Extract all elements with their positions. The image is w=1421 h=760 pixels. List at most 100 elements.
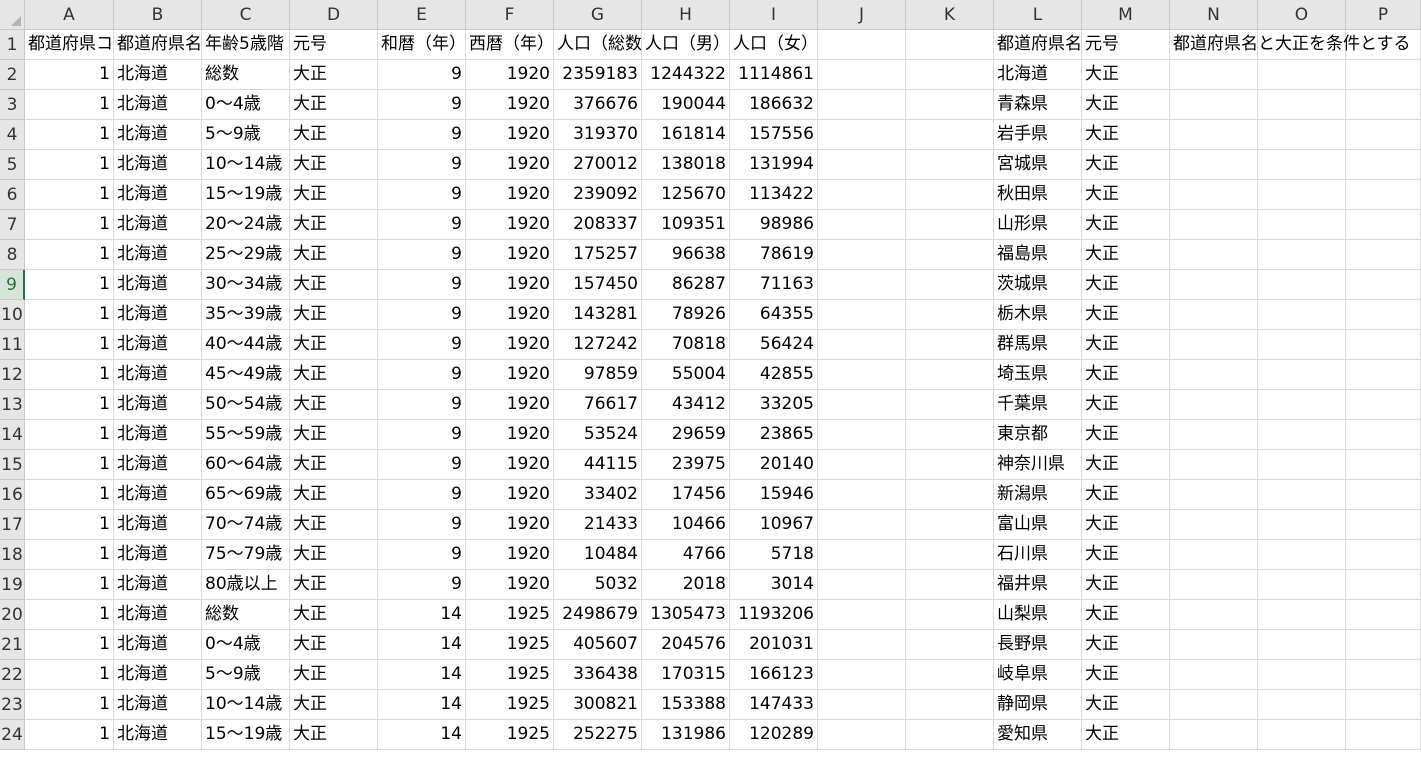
cell-c4[interactable]: 5～9歳 xyxy=(202,120,290,150)
cell-b17[interactable]: 北海道 xyxy=(114,510,202,540)
cell-e13[interactable]: 9 xyxy=(378,390,466,420)
cell-p20[interactable] xyxy=(1346,600,1421,630)
cell-c23[interactable]: 10～14歳 xyxy=(202,690,290,720)
cell-g14[interactable]: 53524 xyxy=(554,420,642,450)
cell-c19[interactable]: 80歳以上 xyxy=(202,570,290,600)
cell-m9[interactable]: 大正 xyxy=(1082,270,1170,300)
cell-d16[interactable]: 大正 xyxy=(290,480,378,510)
cell-k3[interactable] xyxy=(906,90,994,120)
cell-m19[interactable]: 大正 xyxy=(1082,570,1170,600)
cell-l14[interactable]: 東京都 xyxy=(994,420,1082,450)
cell-o11[interactable] xyxy=(1258,330,1346,360)
cell-o10[interactable] xyxy=(1258,300,1346,330)
cell-h6[interactable]: 125670 xyxy=(642,180,730,210)
cell-e10[interactable]: 9 xyxy=(378,300,466,330)
cell-e4[interactable]: 9 xyxy=(378,120,466,150)
cell-p2[interactable] xyxy=(1346,60,1421,90)
cell-d9[interactable]: 大正 xyxy=(290,270,378,300)
cell-h3[interactable]: 190044 xyxy=(642,90,730,120)
cell-d11[interactable]: 大正 xyxy=(290,330,378,360)
cell-l11[interactable]: 群馬県 xyxy=(994,330,1082,360)
cell-e11[interactable]: 9 xyxy=(378,330,466,360)
cell-c11[interactable]: 40～44歳 xyxy=(202,330,290,360)
cell-e3[interactable]: 9 xyxy=(378,90,466,120)
select-all-corner[interactable] xyxy=(0,0,25,30)
column-header-l[interactable]: L xyxy=(994,0,1082,30)
cell-f4[interactable]: 1920 xyxy=(466,120,554,150)
cell-m4[interactable]: 大正 xyxy=(1082,120,1170,150)
cell-o6[interactable] xyxy=(1258,180,1346,210)
cell-n8[interactable] xyxy=(1170,240,1258,270)
cell-c5[interactable]: 10～14歳 xyxy=(202,150,290,180)
cell-d14[interactable]: 大正 xyxy=(290,420,378,450)
cell-h21[interactable]: 204576 xyxy=(642,630,730,660)
cell-b12[interactable]: 北海道 xyxy=(114,360,202,390)
cell-f2[interactable]: 1920 xyxy=(466,60,554,90)
cell-j9[interactable] xyxy=(818,270,906,300)
cell-g9[interactable]: 157450 xyxy=(554,270,642,300)
cell-d1[interactable]: 元号 xyxy=(290,30,378,60)
cell-h8[interactable]: 96638 xyxy=(642,240,730,270)
spreadsheet[interactable]: ABCDEFGHIJKLMNOP 1 都道府県コ 都道府県名 年齢5歳階 元号 和暦（年）… xyxy=(0,0,1421,760)
cell-l6[interactable]: 秋田県 xyxy=(994,180,1082,210)
cell-f19[interactable]: 1920 xyxy=(466,570,554,600)
row-header[interactable]: 13 xyxy=(0,390,25,420)
column-header-i[interactable]: I xyxy=(730,0,818,30)
cell-k19[interactable] xyxy=(906,570,994,600)
cell-a10[interactable]: 1 xyxy=(25,300,114,330)
cell-f11[interactable]: 1920 xyxy=(466,330,554,360)
column-header-f[interactable]: F xyxy=(466,0,554,30)
cell-o13[interactable] xyxy=(1258,390,1346,420)
cell-p14[interactable] xyxy=(1346,420,1421,450)
cell-m11[interactable]: 大正 xyxy=(1082,330,1170,360)
cell-g18[interactable]: 10484 xyxy=(554,540,642,570)
row-header[interactable]: 17 xyxy=(0,510,25,540)
cell-e14[interactable]: 9 xyxy=(378,420,466,450)
cell-p8[interactable] xyxy=(1346,240,1421,270)
cell-k1[interactable] xyxy=(906,30,994,60)
cell-n1[interactable]: 都道府県名と大正を条件とする xyxy=(1170,30,1411,60)
cell-i12[interactable]: 42855 xyxy=(730,360,818,390)
cell-f17[interactable]: 1920 xyxy=(466,510,554,540)
cell-d3[interactable]: 大正 xyxy=(290,90,378,120)
cell-e16[interactable]: 9 xyxy=(378,480,466,510)
cell-i24[interactable]: 120289 xyxy=(730,720,818,750)
row-header[interactable]: 22 xyxy=(0,660,25,690)
cell-j10[interactable] xyxy=(818,300,906,330)
cell-k11[interactable] xyxy=(906,330,994,360)
cell-i20[interactable]: 1193206 xyxy=(730,600,818,630)
cell-p13[interactable] xyxy=(1346,390,1421,420)
cell-j15[interactable] xyxy=(818,450,906,480)
column-header-e[interactable]: E xyxy=(378,0,466,30)
cell-h1[interactable]: 人口（男） xyxy=(642,30,730,60)
cell-i1[interactable]: 人口（女） xyxy=(730,30,818,60)
cell-g6[interactable]: 239092 xyxy=(554,180,642,210)
row-header[interactable]: 15 xyxy=(0,450,25,480)
cell-j16[interactable] xyxy=(818,480,906,510)
cell-b6[interactable]: 北海道 xyxy=(114,180,202,210)
cell-c7[interactable]: 20～24歳 xyxy=(202,210,290,240)
cell-p24[interactable] xyxy=(1346,720,1421,750)
cell-a1[interactable]: 都道府県コ xyxy=(25,30,114,60)
cell-c16[interactable]: 65～69歳 xyxy=(202,480,290,510)
cell-e2[interactable]: 9 xyxy=(378,60,466,90)
cell-l13[interactable]: 千葉県 xyxy=(994,390,1082,420)
cell-d18[interactable]: 大正 xyxy=(290,540,378,570)
cell-l8[interactable]: 福島県 xyxy=(994,240,1082,270)
cell-g11[interactable]: 127242 xyxy=(554,330,642,360)
cell-k21[interactable] xyxy=(906,630,994,660)
cell-m17[interactable]: 大正 xyxy=(1082,510,1170,540)
cell-e8[interactable]: 9 xyxy=(378,240,466,270)
cell-j11[interactable] xyxy=(818,330,906,360)
cell-a14[interactable]: 1 xyxy=(25,420,114,450)
cell-e12[interactable]: 9 xyxy=(378,360,466,390)
cell-b24[interactable]: 北海道 xyxy=(114,720,202,750)
cell-n15[interactable] xyxy=(1170,450,1258,480)
row-header[interactable]: 16 xyxy=(0,480,25,510)
cell-m14[interactable]: 大正 xyxy=(1082,420,1170,450)
cell-c8[interactable]: 25～29歳 xyxy=(202,240,290,270)
cell-l2[interactable]: 北海道 xyxy=(994,60,1082,90)
cell-g4[interactable]: 319370 xyxy=(554,120,642,150)
cell-j21[interactable] xyxy=(818,630,906,660)
cell-i21[interactable]: 201031 xyxy=(730,630,818,660)
